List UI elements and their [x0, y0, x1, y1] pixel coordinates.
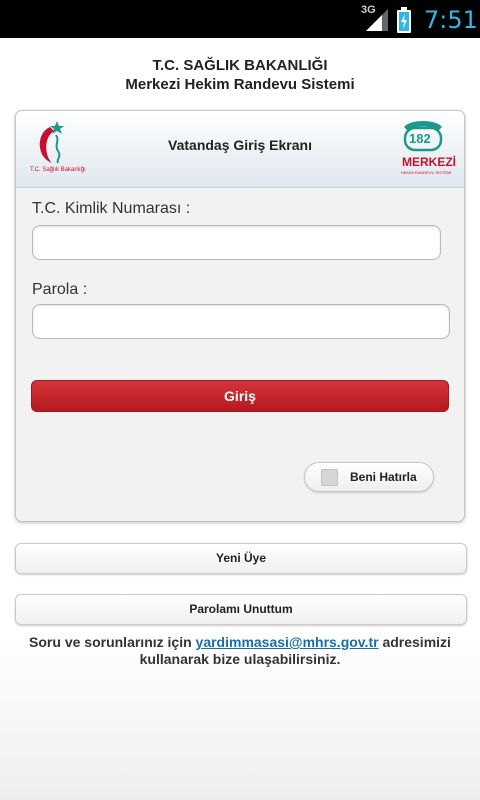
support-email-link[interactable]: yardimmasasi@mhrs.gov.tr: [196, 634, 379, 650]
password-input[interactable]: [32, 304, 450, 339]
battery-icon: [397, 7, 411, 33]
logo-subtext: HEKİM RANDEVU SİSTEMİ: [401, 170, 452, 175]
login-card-header: T.C. Sağlık Bakanlığı Vatandaş Giriş Ekr…: [16, 111, 464, 188]
remember-checkbox[interactable]: [321, 469, 338, 486]
remember-me-toggle[interactable]: Beni Hatırla: [304, 462, 434, 492]
login-card-title: Vatandaş Giriş Ekranı: [168, 137, 312, 153]
logo-number: 182: [409, 131, 431, 146]
signal-icon: [366, 9, 388, 31]
logo-text: MERKEZİ: [402, 155, 456, 169]
tc-kimlik-input[interactable]: [32, 225, 441, 260]
system-title: Merkezi Hekim Randevu Sistemi: [125, 76, 355, 93]
remember-label: Beni Hatırla: [350, 470, 417, 484]
page-header: T.C. SAĞLIK BAKANLIĞI Merkezi Hekim Rand…: [0, 56, 480, 95]
new-member-button[interactable]: Yeni Üye: [15, 543, 467, 574]
ministry-logo-caption: T.C. Sağlık Bakanlığı: [30, 167, 86, 173]
forgot-password-button[interactable]: Parolamı Unuttum: [15, 594, 467, 625]
password-label: Parola :: [32, 281, 88, 298]
tc-label: T.C. Kimlik Numarası :: [32, 200, 191, 217]
ministry-title: T.C. SAĞLIK BAKANLIĞI: [152, 57, 328, 74]
help-text-start: Soru ve sorunlarınız için: [29, 634, 196, 650]
help-text: Soru ve sorunlarınız için yardimmasasi@m…: [0, 634, 480, 668]
status-bar: 3G 7:51: [0, 0, 480, 38]
mhrs-182-logo-icon: 182 MERKEZİ HEKİM RANDEVU SİSTEMİ: [398, 117, 456, 181]
login-card: T.C. Sağlık Bakanlığı Vatandaş Giriş Ekr…: [15, 110, 465, 522]
login-button[interactable]: Giriş: [31, 380, 449, 412]
clock: 7:51: [424, 6, 478, 34]
